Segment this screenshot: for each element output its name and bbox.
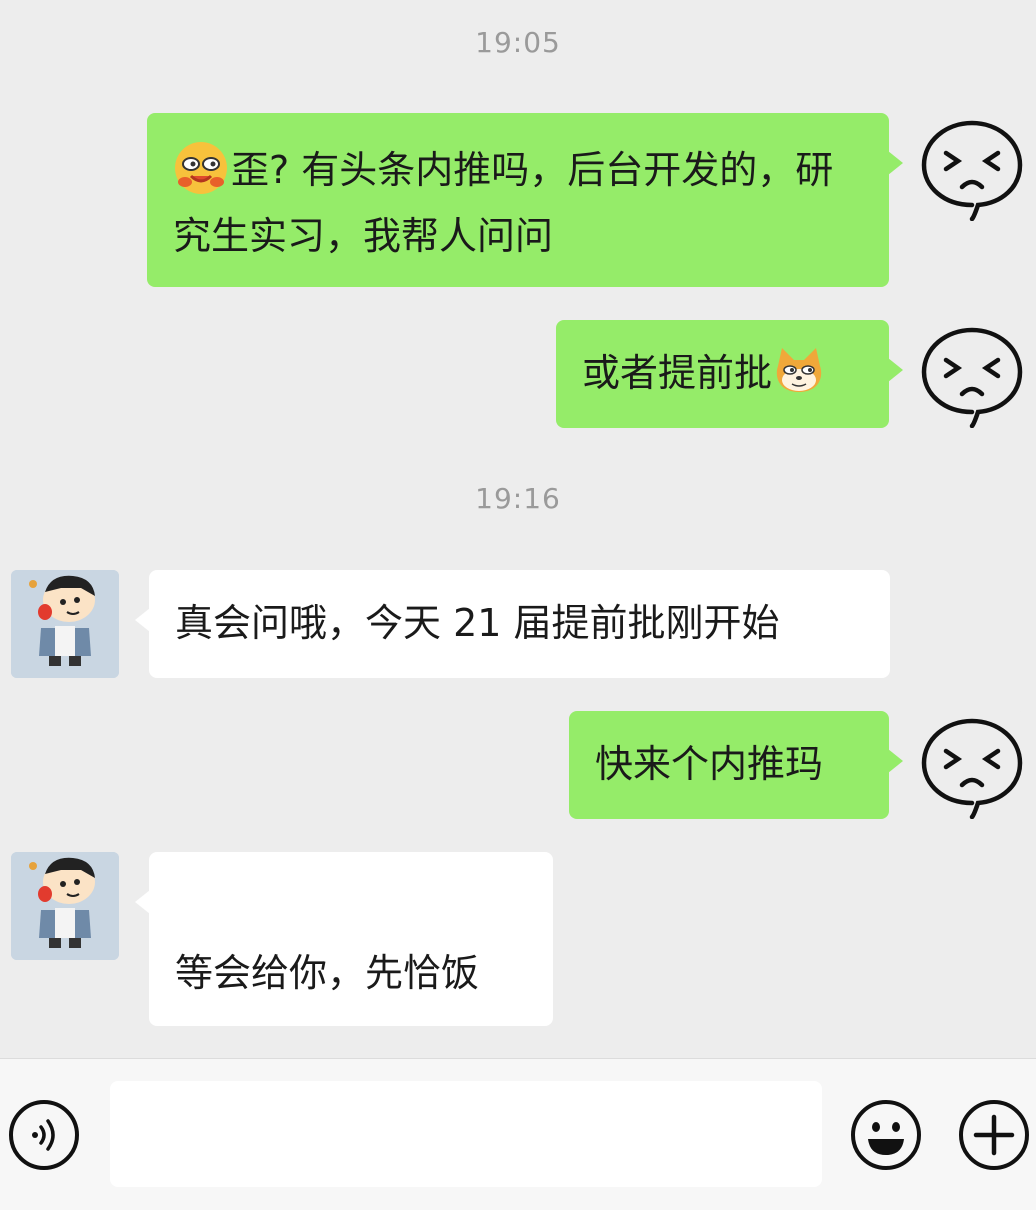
my-message-bubble[interactable]: 歪? 有头条内推吗，后台开发的，研究生实习，我帮人问问 [147,113,903,287]
peer-avatar[interactable] [11,570,119,678]
timestamp: 19:05 [475,26,561,59]
message-text: 等会给你，先恰饭 [175,951,480,995]
peer-message-bubble[interactable]: 真会问哦，今天 21 届提前批刚开始 [135,570,890,678]
squinting-face-avatar [921,327,1023,428]
message-text: 快来个内推玛 [595,742,824,786]
voice-icon[interactable] [8,1099,80,1171]
emoji-icon[interactable] [850,1099,922,1171]
my-avatar[interactable] [918,113,1026,221]
message-input[interactable] [110,1081,822,1187]
grinning-with-hands-emoji [175,141,227,194]
squinting-face-avatar [921,718,1023,819]
timestamp: 19:16 [475,482,561,515]
crayon-shinchan-avatar [11,852,119,960]
squinting-face-avatar [921,120,1023,221]
doge-emoji [776,347,822,392]
my-avatar[interactable] [918,320,1026,428]
input-bar [0,1058,1036,1210]
my-message-bubble[interactable]: 快来个内推玛 [569,711,903,819]
plus-icon[interactable] [958,1099,1030,1171]
peer-message-bubble[interactable]: 等会给你，先恰饭 [135,852,553,1026]
message-text: 或者提前批 [582,351,773,395]
crayon-shinchan-avatar [11,570,119,678]
my-avatar[interactable] [918,711,1026,819]
chat-area[interactable]: 19:05 歪? 有头条内推吗，后台开发的，研究生实习，我帮人问问 或者提前批 [0,0,1036,1058]
peer-avatar[interactable] [11,852,119,960]
my-message-bubble[interactable]: 或者提前批 [556,320,903,428]
message-text: 歪? 有头条内推吗，后台开发的，研究生实习，我帮人问问 [173,148,834,258]
message-text: 真会问哦，今天 21 届提前批刚开始 [175,601,780,645]
